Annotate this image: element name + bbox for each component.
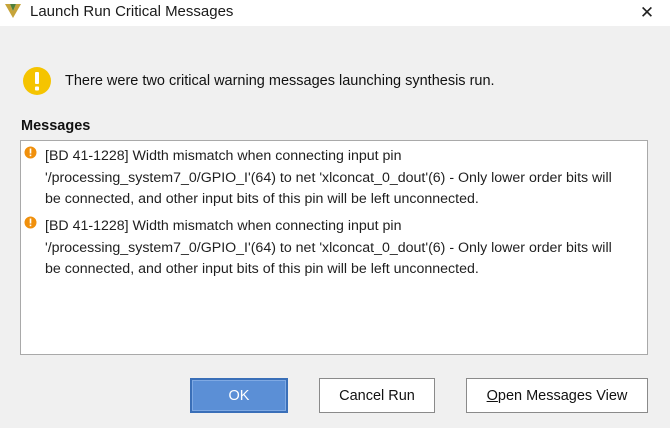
summary-text: There were two critical warning messages… — [65, 73, 495, 89]
message-text: [BD 41-1228] Width mismatch when connect… — [45, 146, 640, 211]
cancel-run-button[interactable]: Cancel Run — [319, 378, 435, 413]
vivado-logo-icon — [5, 4, 21, 18]
close-button[interactable]: ✕ — [624, 0, 670, 26]
critical-warning-icon — [24, 146, 37, 159]
warning-icon — [23, 67, 51, 95]
close-icon: ✕ — [639, 3, 655, 22]
button-label: pen Messages View — [497, 387, 628, 404]
message-line: be connected, and other input bits of th… — [45, 261, 479, 277]
message-line: '/processing_system7_0/GPIO_I'(64) to ne… — [45, 169, 612, 186]
window-title: Launch Run Critical Messages — [30, 3, 234, 20]
message-line: be connected, and other input bits of th… — [45, 191, 479, 207]
ok-button[interactable]: OK — [190, 378, 288, 413]
messages-header: Messages — [21, 118, 91, 134]
message-item[interactable]: [BD 41-1228] Width mismatch when connect… — [21, 211, 647, 281]
messages-list[interactable]: [BD 41-1228] Width mismatch when connect… — [20, 140, 648, 355]
title-bar: Launch Run Critical Messages ✕ — [0, 0, 670, 26]
message-line: '/processing_system7_0/GPIO_I'(64) to ne… — [45, 239, 612, 256]
message-text: [BD 41-1228] Width mismatch when connect… — [45, 216, 640, 281]
message-item[interactable]: [BD 41-1228] Width mismatch when connect… — [21, 141, 647, 211]
critical-warning-icon — [24, 216, 37, 229]
message-line: [BD 41-1228] Width mismatch when connect… — [45, 148, 402, 164]
mnemonic-letter: O — [486, 387, 498, 404]
open-messages-view-button[interactable]: Open Messages View — [466, 378, 648, 413]
message-line: [BD 41-1228] Width mismatch when connect… — [45, 218, 402, 234]
